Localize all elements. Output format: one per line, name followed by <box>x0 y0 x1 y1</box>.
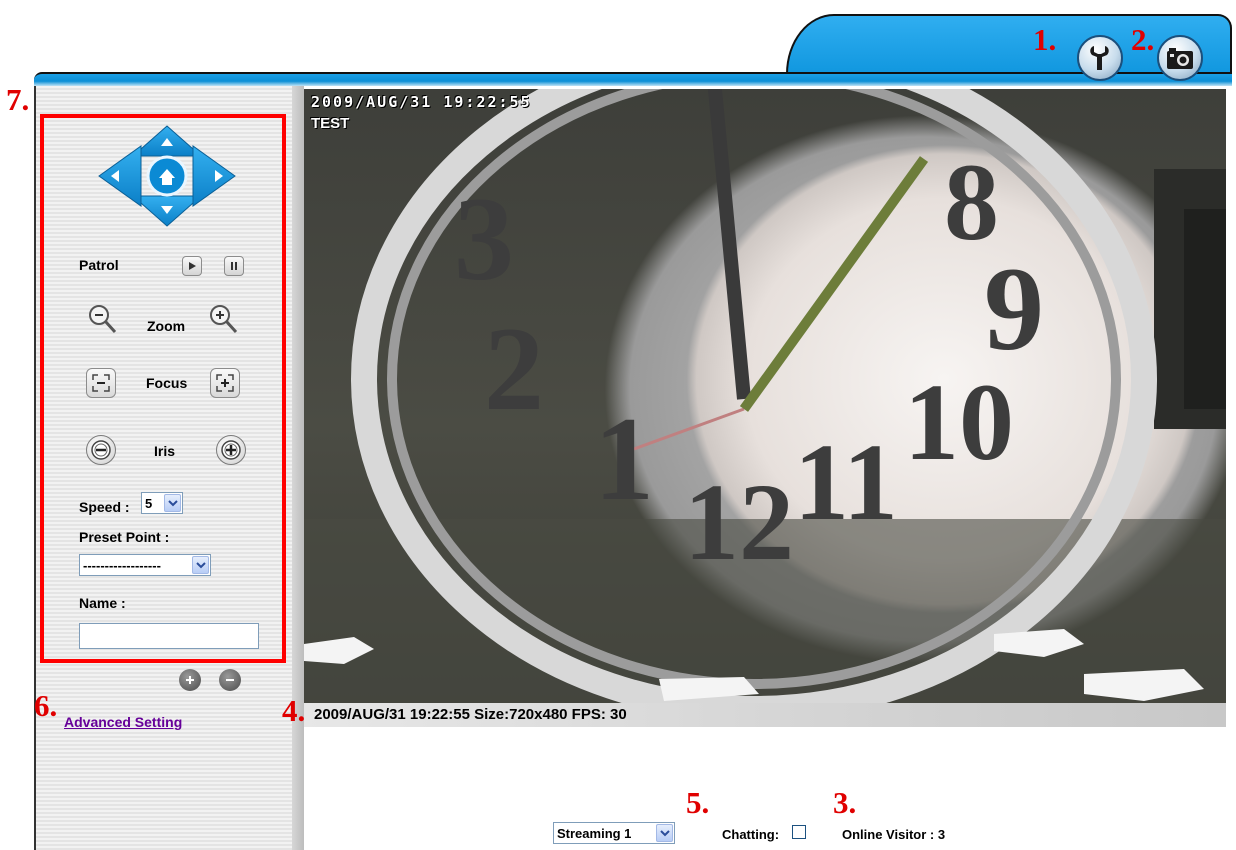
focus-label: Focus <box>146 375 188 391</box>
chatting-label: Chatting: <box>722 827 780 842</box>
speed-value: 5 <box>145 495 153 511</box>
home-button[interactable] <box>146 155 188 197</box>
marker-3: 3. <box>833 785 857 820</box>
zoom-in-button[interactable] <box>207 302 241 336</box>
chatting-checkbox[interactable] <box>792 825 806 839</box>
settings-button[interactable] <box>1077 35 1123 81</box>
iris-open-icon <box>221 440 241 460</box>
play-icon <box>189 262 196 270</box>
iris-label: Iris <box>154 443 176 459</box>
online-visitor-count: Online Visitor : 3 <box>842 827 946 842</box>
remove-preset-button[interactable] <box>219 669 241 691</box>
clock-numeral: 12 <box>684 461 794 583</box>
minus-icon <box>226 679 234 681</box>
sidebar-edge <box>292 86 304 850</box>
add-preset-button[interactable] <box>179 669 201 691</box>
stream-select-value: Streaming 1 <box>557 825 632 841</box>
marker-6: 6. <box>34 688 58 723</box>
focus-far-button[interactable] <box>210 368 240 398</box>
name-label: Name : <box>79 595 126 611</box>
zoom-in-icon <box>210 305 238 334</box>
video-feed[interactable]: 8 9 10 11 12 1 2 3 2009/AUG/31 19:22:55 … <box>304 89 1226 703</box>
preset-name-input[interactable] <box>79 623 259 649</box>
camera-icon <box>1167 48 1193 69</box>
video-status-text: 2009/AUG/31 19:22:55 Size:720x480 FPS: 3… <box>314 706 627 723</box>
iris-close-button[interactable] <box>86 435 116 465</box>
chevron-down-icon <box>192 556 209 574</box>
chevron-down-icon <box>656 824 673 842</box>
marker-5: 5. <box>686 785 710 820</box>
pan-down-button[interactable] <box>131 195 203 227</box>
clock-numeral: 3 <box>454 172 514 305</box>
preset-point-value: ------------------ <box>83 557 161 573</box>
direction-pad <box>97 124 237 228</box>
zoom-out-button[interactable] <box>86 302 120 336</box>
preset-point-select[interactable]: ------------------ <box>79 554 211 576</box>
pan-left-button[interactable] <box>98 145 142 207</box>
pause-icon <box>231 262 237 270</box>
marker-4: 4. <box>282 693 306 728</box>
patrol-stop-button[interactable] <box>224 256 244 276</box>
plus-icon <box>186 676 194 684</box>
clock-numeral: 11 <box>794 421 898 543</box>
pan-up-button[interactable] <box>131 125 203 157</box>
iris-close-icon <box>91 440 111 460</box>
clock-numeral: 1 <box>594 392 654 525</box>
osd-timestamp: 2009/AUG/31 19:22:55 <box>311 93 532 111</box>
osd-title: TEST <box>311 115 350 132</box>
zoom-out-icon <box>89 305 117 334</box>
preset-point-label: Preset Point : <box>79 529 170 545</box>
clock-numeral: 10 <box>904 361 1014 483</box>
advanced-setting-link[interactable]: Advanced Setting <box>64 714 182 730</box>
clock-scene: 8 9 10 11 12 1 2 3 <box>304 89 1226 703</box>
iris-open-button[interactable] <box>216 435 246 465</box>
zoom-label: Zoom <box>147 318 186 334</box>
marker-1: 1. <box>1033 22 1057 57</box>
header-bar <box>34 72 1232 86</box>
chevron-down-icon <box>164 494 181 512</box>
patrol-label: Patrol <box>79 257 119 273</box>
pan-right-button[interactable] <box>192 145 236 207</box>
snapshot-button[interactable] <box>1157 35 1203 81</box>
patrol-play-button[interactable] <box>182 256 202 276</box>
focus-near-icon <box>92 374 110 392</box>
stream-select[interactable]: Streaming 1 <box>553 822 675 844</box>
speed-label: Speed : <box>79 499 130 515</box>
clock-numeral: 9 <box>984 242 1044 375</box>
marker-2: 2. <box>1131 22 1155 57</box>
focus-far-icon <box>216 374 234 392</box>
wrench-icon <box>1090 46 1109 70</box>
speed-select[interactable]: 5 <box>141 492 183 514</box>
clock-numeral: 2 <box>484 302 544 435</box>
focus-near-button[interactable] <box>86 368 116 398</box>
marker-7: 7. <box>6 82 30 117</box>
